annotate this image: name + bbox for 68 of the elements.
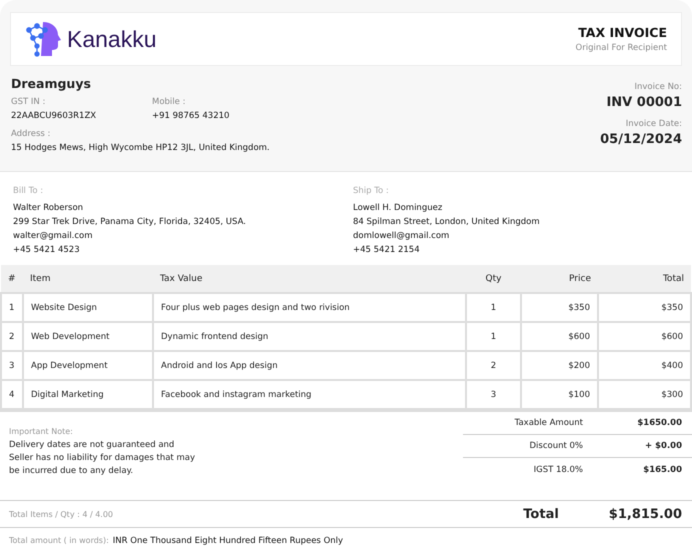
mobile-value: +91 98765 43210 <box>152 111 230 121</box>
summary-value: + $0.00 <box>644 441 682 451</box>
invoice-number: INV 00001 <box>606 95 682 110</box>
summary-label: Discount 0% <box>528 441 583 451</box>
column-header: # <box>1 265 23 293</box>
table-cell: $350 <box>521 293 598 322</box>
brand-name: Kanakku <box>67 26 157 52</box>
table-cell: 1 <box>1 293 23 322</box>
table-cell: Four plus web pages design and two rivision <box>153 293 466 322</box>
table-cell: 4 <box>1 380 23 409</box>
party-detail: 84 Spilman Street, London, United Kingdom <box>353 217 541 227</box>
party-detail: 299 Star Trek Drive, Panama City, Florida, 32405, USA. <box>13 217 247 227</box>
table-cell: App Development <box>23 351 153 380</box>
brain-network-icon <box>23 20 61 58</box>
mobile-label: Mobile : <box>152 97 186 107</box>
summary-label: Taxable Amount <box>514 418 583 428</box>
table-cell: Facebook and instagram marketing <box>153 380 466 409</box>
party-detail: Lowell H. Dominguez <box>353 203 444 213</box>
party-label: Ship To : <box>353 186 390 196</box>
column-header: Price <box>521 265 598 293</box>
summary-label: IGST 18.0% <box>532 464 583 474</box>
total-label: Total <box>523 506 559 522</box>
document-subtitle: Original For Recipient <box>576 43 667 53</box>
party-detail: Walter Roberson <box>13 203 84 213</box>
table-cell: Android and Ios App design <box>153 351 466 380</box>
amount-in-words: INR One Thousand Eight Hundred Fifteen Rupees Only <box>112 536 344 546</box>
party-detail: domlowell@gmail.com <box>353 231 450 241</box>
table-cell: Web Development <box>23 322 153 351</box>
total-items: Total Items / Qty : 4 / 4.00 <box>9 510 114 519</box>
table-cell: $300 <box>598 380 691 409</box>
invoice-number-label: Invoice No: <box>634 82 682 92</box>
note-text: Delivery dates are not guaranteed and Seller has no liability for damages that may be incurred due to any delay. <box>9 439 196 478</box>
summary-value: $165.00 <box>642 464 682 474</box>
table-cell: $350 <box>598 293 691 322</box>
party-detail: walter@gmail.com <box>13 231 94 241</box>
seller-name: Dreamguys <box>11 76 92 91</box>
table-cell: $200 <box>521 351 598 380</box>
table-cell: 1 <box>466 322 521 351</box>
table-cell: $100 <box>521 380 598 409</box>
table-cell: 3 <box>1 351 23 380</box>
column-header: Tax Value <box>153 265 466 293</box>
table-cell: 1 <box>466 293 521 322</box>
gst-value: 22AABCU9603R1ZX <box>11 111 98 121</box>
party-detail: +45 5421 4523 <box>13 245 81 255</box>
address-value: 15 Hodges Mews, High Wycombe HP12 3JL, United Kingdom. <box>11 143 270 153</box>
table-cell: 3 <box>466 380 521 409</box>
table-cell: Website Design <box>23 293 153 322</box>
gst-label: GST IN : <box>11 97 46 107</box>
note-label: Important Note: <box>9 427 74 436</box>
table-cell: Digital Marketing <box>23 380 153 409</box>
party-detail: +45 5421 2154 <box>353 245 421 255</box>
address-label: Address : <box>11 129 52 139</box>
summary-value: $1650.00 <box>636 418 682 428</box>
table-cell: $400 <box>598 351 691 380</box>
column-header: Qty <box>466 265 521 293</box>
invoice-date-label: Invoice Date: <box>626 119 682 129</box>
table-cell: Dynamic frontend design <box>153 322 466 351</box>
amount-in-words-label: Total amount ( in words): <box>9 536 109 546</box>
column-header: Item <box>23 265 153 293</box>
table-cell: $600 <box>521 322 598 351</box>
table-cell: 2 <box>1 322 23 351</box>
column-header: Total <box>598 265 691 293</box>
total-value: $1,815.00 <box>608 506 682 522</box>
invoice-date: 05/12/2024 <box>600 132 682 147</box>
document-title: TAX INVOICE <box>578 25 667 40</box>
table-cell: $600 <box>598 322 691 351</box>
party-label: Bill To : <box>13 186 44 196</box>
table-cell: 2 <box>466 351 521 380</box>
